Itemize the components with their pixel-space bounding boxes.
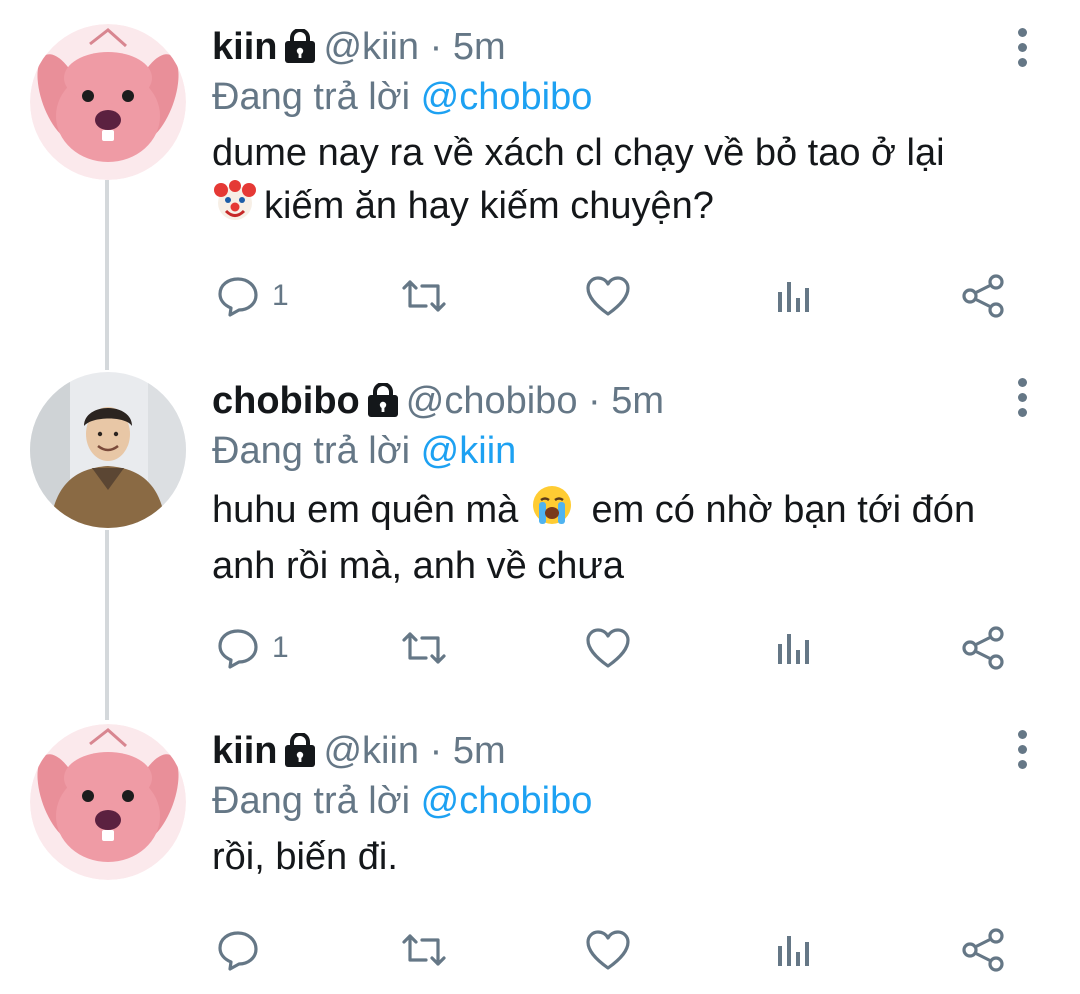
tweet-text-line: dume nay ra về xách cl chạy về bỏ tao ở …	[212, 132, 945, 174]
retweet-icon	[402, 280, 446, 312]
separator: ·	[429, 26, 443, 68]
reply-button[interactable]	[216, 920, 272, 980]
timestamp[interactable]: 5m	[453, 730, 506, 772]
display-name[interactable]: kiin	[212, 26, 277, 68]
more-icon[interactable]	[1012, 22, 1032, 72]
tweet-header: chobibo @chobibo · 5m	[212, 376, 1042, 426]
like-button[interactable]	[584, 920, 632, 980]
like-icon	[586, 276, 630, 316]
analytics-button[interactable]	[774, 266, 814, 326]
share-icon	[962, 928, 1004, 972]
user-handle[interactable]: @chobibo	[406, 380, 578, 422]
replying-to-link[interactable]: @kiin	[421, 430, 517, 472]
analytics-icon	[778, 282, 809, 312]
tweet-text: rồi, biến đi.	[212, 832, 1042, 882]
lock-icon	[283, 26, 317, 76]
tweet-header: kiin @kiin · 5m	[212, 726, 1042, 776]
analytics-icon	[778, 936, 809, 966]
tweet-text-line: rồi, biến đi.	[212, 836, 398, 878]
retweet-icon	[402, 934, 446, 966]
reply-count: 1	[272, 631, 289, 664]
like-icon	[586, 930, 630, 970]
tweet-text-line: huhu em quên mà em có nhờ bạn tới đón	[212, 482, 1042, 541]
reply-icon	[218, 629, 258, 669]
replying-prefix: Đang trả lời	[212, 76, 411, 118]
reply-count: 1	[272, 279, 289, 312]
tweet[interactable]: chobibo @chobibo · 5m Đang trả lời @kiin …	[0, 350, 1080, 702]
tweet-text-segment: huhu em quên mà	[212, 489, 519, 531]
analytics-button[interactable]	[774, 920, 814, 980]
display-name[interactable]: kiin	[212, 730, 277, 772]
retweet-button[interactable]	[398, 920, 450, 980]
retweet-icon	[402, 632, 446, 664]
tweet-text: huhu em quên mà em có nhờ bạn tới đón an…	[212, 482, 1042, 591]
replying-to: Đang trả lời @chobibo	[212, 776, 1042, 826]
like-button[interactable]	[584, 618, 632, 678]
avatar[interactable]	[30, 724, 186, 880]
share-button[interactable]	[960, 920, 1006, 980]
more-icon[interactable]	[1012, 724, 1032, 774]
pink-beaver-avatar-icon	[30, 724, 186, 880]
tweet-text: dume nay ra về xách cl chạy về bỏ tao ở …	[212, 128, 1042, 237]
tweet-text-segment: em có nhờ bạn tới đón	[591, 489, 976, 531]
tweet-actions: 1	[212, 266, 1032, 326]
replying-prefix: Đang trả lời	[212, 430, 411, 472]
tweet-header: kiin @kiin · 5m	[212, 22, 1042, 72]
tweet-text-line: anh rồi mà, anh về chưa	[212, 545, 625, 587]
tweet-text-segment: kiếm ăn hay kiếm chuyện?	[264, 185, 714, 227]
lock-icon	[366, 380, 400, 430]
tweet-text-line: kiếm ăn hay kiếm chuyện?	[212, 178, 1042, 237]
tweet[interactable]: kiin @kiin · 5m Đang trả lời @chobibo dum…	[0, 0, 1080, 350]
analytics-icon	[778, 634, 809, 664]
user-handle[interactable]: @kiin	[323, 730, 419, 772]
user-handle[interactable]: @kiin	[323, 26, 419, 68]
replying-prefix: Đang trả lời	[212, 780, 411, 822]
share-icon	[962, 274, 1004, 318]
like-button[interactable]	[584, 266, 632, 326]
more-icon[interactable]	[1012, 372, 1032, 422]
replying-to-link[interactable]: @chobibo	[421, 780, 593, 822]
separator: ·	[588, 380, 601, 422]
reply-icon	[218, 931, 258, 971]
like-icon	[586, 628, 630, 668]
retweet-button[interactable]	[398, 618, 450, 678]
tweet-actions	[212, 920, 1032, 980]
loudly-crying-face-emoji-icon	[529, 482, 575, 541]
replying-to-link[interactable]: @chobibo	[421, 76, 593, 118]
analytics-button[interactable]	[774, 618, 814, 678]
replying-to: Đang trả lời @kiin	[212, 426, 1042, 476]
share-button[interactable]	[960, 266, 1006, 326]
retweet-button[interactable]	[398, 266, 450, 326]
share-button[interactable]	[960, 618, 1006, 678]
timestamp[interactable]: 5m	[611, 380, 664, 422]
lock-icon	[283, 730, 317, 780]
reply-button[interactable]: 1	[216, 266, 289, 326]
avatar[interactable]	[30, 24, 186, 180]
conversation-thread: kiin @kiin · 5m Đang trả lời @chobibo dum…	[0, 0, 1080, 994]
display-name[interactable]: chobibo	[212, 380, 360, 422]
reply-icon	[218, 277, 258, 317]
tweet[interactable]: kiin @kiin · 5m Đang trả lời @chobibo rồi…	[0, 702, 1080, 994]
timestamp[interactable]: 5m	[453, 26, 506, 68]
clown-face-emoji-icon	[212, 178, 258, 237]
avatar[interactable]	[30, 372, 186, 528]
tweet-actions: 1	[212, 618, 1032, 678]
share-icon	[962, 626, 1004, 670]
person-photo-avatar-icon	[30, 372, 186, 528]
replying-to: Đang trả lời @chobibo	[212, 72, 1042, 122]
separator: ·	[429, 730, 443, 772]
pink-beaver-avatar-icon	[30, 24, 186, 180]
reply-button[interactable]: 1	[216, 618, 289, 678]
